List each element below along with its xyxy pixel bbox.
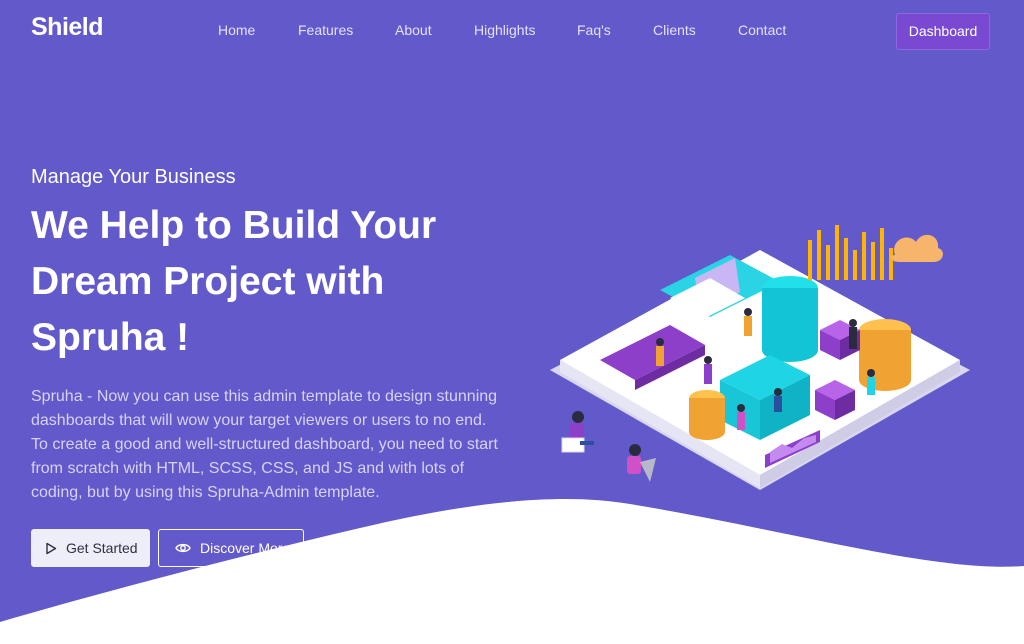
hero-headline: We Help to Build Your Dream Project with…	[31, 198, 501, 366]
headline-line-3: Spruha !	[31, 316, 190, 359]
eye-icon	[175, 542, 191, 554]
hero-eyebrow: Manage Your Business	[31, 166, 236, 188]
play-icon	[45, 542, 57, 555]
top-navbar: Shield Home Features About Highlights Fa…	[0, 0, 1024, 62]
nav-item-faqs[interactable]: Faq's	[577, 22, 611, 38]
nav-item-home[interactable]: Home	[218, 22, 255, 38]
discover-more-label: Discover More	[200, 540, 291, 556]
headline-line-2: Dream Project with	[31, 260, 385, 303]
get-started-button[interactable]: Get Started	[31, 529, 150, 567]
nav-item-highlights[interactable]: Highlights	[474, 22, 535, 38]
nav-item-clients[interactable]: Clients	[653, 22, 696, 38]
hero-section: Shield Home Features About Highlights Fa…	[0, 0, 1024, 644]
isometric-dashboard-illustration	[550, 225, 970, 490]
nav-item-about[interactable]: About	[395, 22, 432, 38]
illustration-person	[627, 444, 656, 482]
dashboard-button[interactable]: Dashboard	[896, 13, 990, 50]
headline-line-1: We Help to Build Your	[31, 204, 437, 247]
get-started-label: Get Started	[66, 540, 138, 556]
nav-item-features[interactable]: Features	[298, 22, 353, 38]
hero-description: Spruha - Now you can use this admin temp…	[31, 388, 498, 501]
brand-logo[interactable]: Shield	[31, 13, 104, 42]
discover-more-button[interactable]: Discover More	[158, 529, 304, 567]
nav-item-contact[interactable]: Contact	[738, 22, 786, 38]
illustration-person	[561, 411, 594, 453]
